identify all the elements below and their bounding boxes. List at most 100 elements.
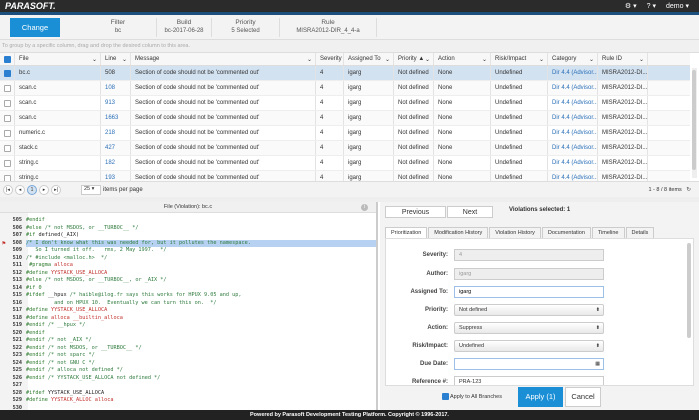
tab-modification-history[interactable]: Modification History (428, 227, 489, 238)
prev-page-button[interactable]: ◂ (15, 184, 25, 195)
criteria-rule[interactable]: Rule MISRA2012-DIR_4_4-a (280, 18, 377, 37)
column-header[interactable]: Action ⌄ (434, 53, 491, 65)
row-checkbox[interactable] (0, 96, 15, 110)
table-cell: igarg (344, 156, 394, 170)
reference-input[interactable]: PRA-123 (454, 376, 604, 385)
code-line: 515 #ifdef __hpux /* haible@ilog.fr says … (12, 292, 242, 298)
column-header[interactable]: Line ⌄ (101, 53, 131, 65)
column-header[interactable]: Assigned To ⌄ (344, 53, 394, 65)
page-1-button[interactable]: 1 (27, 184, 37, 195)
code-line: 526 #endif /* YYSTACK_USE_ALLOCA not defi… (12, 374, 161, 381)
code-line: 527 (12, 382, 22, 388)
page-size-select[interactable]: 25 ▾ (81, 184, 101, 195)
last-page-button[interactable]: ▸| (51, 184, 61, 195)
table-cell: string.c (15, 156, 101, 170)
table-row[interactable]: bc.c 508 Section of code should not be 'co… (0, 66, 690, 81)
column-header[interactable]: Rule ID ⌄ (598, 53, 648, 65)
column-header[interactable]: Message ⌄ (131, 53, 316, 65)
group-by-area[interactable]: To group by a specific column, drag and … (0, 40, 699, 53)
priority-select[interactable]: Not defined ⬍ (454, 304, 604, 316)
table-row[interactable]: scan.c 913 Section of code should not be '… (0, 96, 690, 111)
info-icon[interactable]: i (361, 204, 368, 211)
reference-label: Reference #: (411, 379, 448, 385)
table-cell: 4 (316, 141, 344, 155)
user-menu[interactable]: demo ▾ (666, 2, 689, 10)
criteria-priority[interactable]: Priority 5 Selected (212, 18, 280, 37)
table-scrollbar[interactable] (692, 68, 697, 178)
code-line: 520 #endif (12, 329, 45, 336)
table-cell: 4 (316, 156, 344, 170)
code-line: 529 #define YYSTACK_ALLOC alloca (12, 397, 114, 403)
gear-icon[interactable]: ⚙ ▾ (625, 2, 637, 10)
help-icon[interactable]: ? ▾ (647, 2, 656, 10)
tab-details[interactable]: Details (625, 227, 655, 238)
table-cell: Not defined (394, 156, 434, 170)
table-row[interactable]: numeric.c 218 Section of code should not b… (0, 126, 690, 141)
table-cell: Undefined (491, 81, 548, 95)
column-header[interactable]: File ⌄ (15, 53, 101, 65)
column-header[interactable]: Category ⌄ (548, 53, 598, 65)
next-button[interactable]: Next (447, 206, 493, 218)
table-cell: Section of code should not be 'commented… (131, 156, 316, 170)
source-code[interactable]: 505 #endif 506 #else /* not MSDOS, or __TUR… (0, 217, 376, 412)
table-cell: None (434, 96, 491, 110)
tab-documentation[interactable]: Documentation (541, 227, 591, 238)
severity-label: Severity: (422, 252, 448, 258)
code-line: 510/* #include <malloc.h> */ (12, 254, 108, 261)
table-row[interactable]: scan.c 108 Section of code should not be '… (0, 81, 690, 96)
table-cell: 4 (316, 96, 344, 110)
table-row[interactable]: stack.c 427 Section of code should not be … (0, 141, 690, 156)
column-header[interactable]: Priority ▲ ⌄ (394, 53, 434, 65)
table-cell: 4 (316, 81, 344, 95)
risk-impact-select[interactable]: Undefined ⬍ (454, 340, 604, 352)
criteria-filter[interactable]: Filter bc (80, 18, 157, 37)
table-cell: 4 (316, 126, 344, 140)
table-cell: Section of code should not be 'commented… (131, 81, 316, 95)
form-scrollbar[interactable] (687, 243, 691, 338)
due-date-input[interactable]: ▦ (454, 358, 604, 370)
table-cell: MISRA2012-DI... (598, 126, 648, 140)
table-row[interactable]: string.c 182 Section of code should not be… (0, 156, 690, 171)
previous-button[interactable]: Previous (385, 206, 446, 218)
table-cell: 108 (101, 81, 131, 95)
code-line: 519 #endif /* __hpux */ (12, 322, 86, 328)
code-line: 509 So I turned it off. rms, 2 May 1997.… (12, 247, 167, 253)
table-cell: 4 (316, 111, 344, 125)
apply-all-branches-checkbox[interactable]: Apply to All Branches (442, 393, 502, 400)
table-cell: MISRA2012-DI... (598, 81, 648, 95)
table-row[interactable]: scan.c 1663 Section of code should not be … (0, 111, 690, 126)
table-cell: Dir 4.4 (Advisor... (548, 81, 598, 95)
assigned-to-input[interactable]: igarg (454, 286, 604, 298)
select-all-checkbox[interactable] (0, 53, 15, 65)
table-cell: scan.c (15, 81, 101, 95)
code-panel-title: File (Violation): bc.c (163, 204, 213, 210)
row-checkbox[interactable] (0, 156, 15, 170)
row-checkbox[interactable] (0, 111, 15, 125)
cancel-button[interactable]: Cancel (565, 387, 601, 407)
violation-flag-icon[interactable]: ⚑ (2, 240, 6, 248)
table-cell: Dir 4.4 (Advisor... (548, 96, 598, 110)
change-search-button[interactable]: Change Search (10, 18, 60, 51)
refresh-icon[interactable]: ↻ (686, 187, 691, 193)
first-page-button[interactable]: |◂ (3, 184, 13, 195)
table-cell: None (434, 126, 491, 140)
next-page-button[interactable]: ▸ (39, 184, 49, 195)
tab-violation-history[interactable]: Violation History (489, 227, 541, 238)
code-line: ⚑ 508/* I don't know what this was needed… (0, 239, 376, 248)
column-header[interactable]: Severity⌄ (316, 53, 344, 65)
violations-table: File⌄Line⌄Message⌄Severity⌄Assigned To⌄P… (0, 53, 690, 186)
tab-timeline[interactable]: Timeline (591, 227, 625, 238)
criteria-build[interactable]: Build bc-2017-06-28 (157, 18, 212, 37)
action-select[interactable]: Suppress ⬍ (454, 322, 604, 334)
row-checkbox[interactable] (0, 81, 15, 95)
column-header[interactable]: Risk/Impact ⌄ (491, 53, 548, 65)
table-cell: Dir 4.4 (Advisor... (548, 141, 598, 155)
apply-button[interactable]: Apply (1) (518, 387, 563, 407)
table-cell: Not defined (394, 66, 434, 80)
calendar-icon[interactable]: ▦ (595, 359, 600, 369)
tab-prioritization[interactable]: Prioritization (385, 227, 428, 238)
row-checkbox[interactable] (0, 66, 15, 80)
row-checkbox[interactable] (0, 141, 15, 155)
footer: Powered by Parasoft Development Testing … (0, 410, 699, 420)
row-checkbox[interactable] (0, 126, 15, 140)
